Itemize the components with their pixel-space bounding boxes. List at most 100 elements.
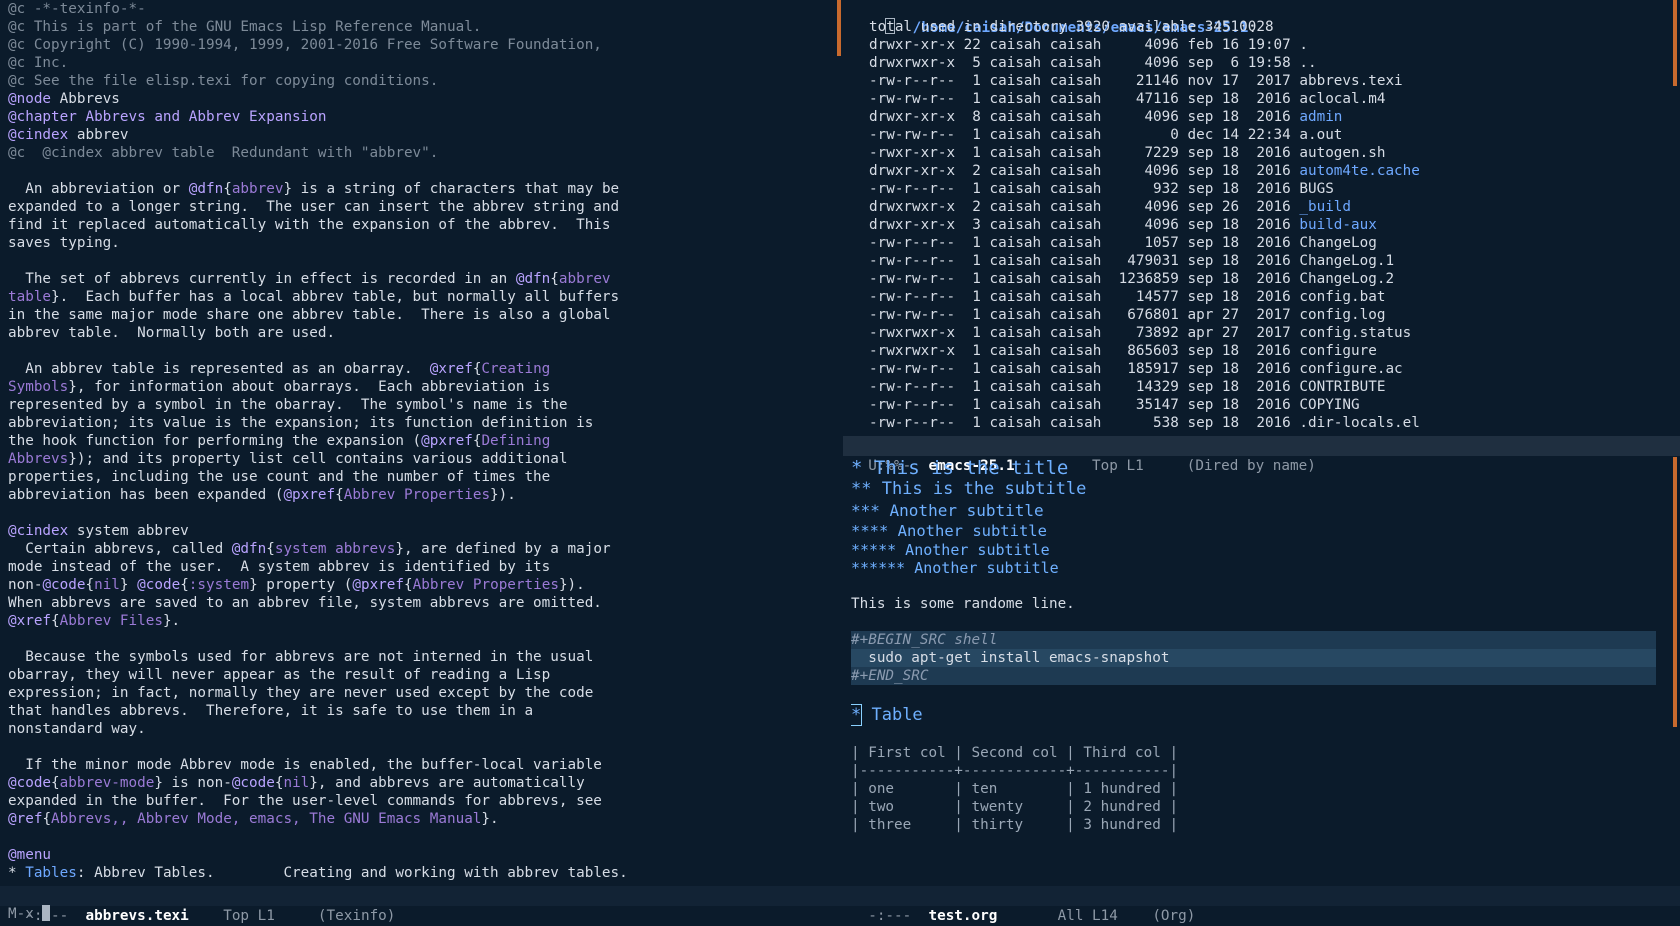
dired-entry[interactable]: -rw-r--r-- 1 caisah caisah 21146 nov 17 … (851, 72, 1671, 90)
dired-scrollbar[interactable] (837, 0, 841, 56)
texinfo-line[interactable]: @cindex system abbrev (8, 522, 843, 540)
dired-entry-name[interactable]: autom4te.cache (1299, 163, 1420, 179)
texinfo-line[interactable]: @code{abbrev-mode} is non-@code{nil}, an… (8, 774, 843, 792)
org-table[interactable]: | First col | Second col | Third col | |-… (851, 744, 1671, 834)
texinfo-line[interactable]: When abbrevs are saved to an abbrev file… (8, 594, 843, 612)
texinfo-line[interactable]: Because the symbols used for abbrevs are… (8, 648, 843, 666)
dired-entry[interactable]: -rw-rw-r-- 1 caisah caisah 676801 apr 27… (851, 306, 1671, 324)
texinfo-line[interactable] (8, 630, 843, 648)
texinfo-line[interactable]: that handles abbrevs. Therefore, it is s… (8, 702, 843, 720)
dired-entry-name[interactable]: aclocal.m4 (1299, 91, 1385, 107)
texinfo-line[interactable]: expanded to a longer string. The user ca… (8, 198, 843, 216)
dired-right-scrollbar[interactable] (1673, 0, 1677, 86)
org-heading[interactable]: ***** Another subtitle (851, 541, 1671, 559)
texinfo-line[interactable]: Certain abbrevs, called @dfn{system abbr… (8, 540, 843, 558)
texinfo-line[interactable]: expanded in the buffer. For the user-lev… (8, 792, 843, 810)
texinfo-line[interactable]: An abbrev table is represented as an oba… (8, 360, 843, 378)
texinfo-line[interactable]: * Tables: Abbrev Tables. Creating and wo… (8, 864, 843, 882)
texinfo-line[interactable]: mode instead of the user. A system abbre… (8, 558, 843, 576)
texinfo-line[interactable]: @c This is part of the GNU Emacs Lisp Re… (8, 18, 843, 36)
texinfo-line[interactable]: @node Abbrevs (8, 90, 843, 108)
texinfo-line[interactable] (8, 342, 843, 360)
dired-entry[interactable]: drwxr-xr-x 8 caisah caisah 4096 sep 18 2… (851, 108, 1671, 126)
texinfo-line[interactable] (8, 738, 843, 756)
texinfo-line[interactable]: abbreviation has been expanded (@pxref{A… (8, 486, 843, 504)
dired-entry-name[interactable]: admin (1299, 109, 1342, 125)
texinfo-line[interactable]: @xref{Abbrev Files}. (8, 612, 843, 630)
dired-entry[interactable]: drwxr-xr-x 3 caisah caisah 4096 sep 18 2… (851, 216, 1671, 234)
table-row[interactable]: |-----------+------------+-----------| (851, 762, 1671, 780)
texinfo-line[interactable]: represented by a symbol in the obarray. … (8, 396, 843, 414)
texinfo-line[interactable]: @ref{Abbrevs,, Abbrev Mode, emacs, The G… (8, 810, 843, 828)
dired-entry-name[interactable]: .dir-locals.el (1299, 415, 1420, 431)
org-text-line[interactable]: This is some randome line. (851, 595, 1671, 613)
dired-entry[interactable]: drwxr-xr-x 2 caisah caisah 4096 sep 18 2… (851, 162, 1671, 180)
texinfo-line[interactable]: expression; in fact, normally they are n… (8, 684, 843, 702)
texinfo-line[interactable]: Abbrevs}); and its property list cell co… (8, 450, 843, 468)
org-src-block[interactable]: #+BEGIN_SRC shell sudo apt-get install e… (851, 631, 1656, 685)
texinfo-line[interactable]: The set of abbrevs currently in effect i… (8, 270, 843, 288)
texinfo-line[interactable]: @c See the file elisp.texi for copying c… (8, 72, 843, 90)
dired-entry[interactable]: drwxr-xr-x 22 caisah caisah 4096 feb 16 … (851, 36, 1671, 54)
texinfo-line[interactable]: obarray, they will never appear as the r… (8, 666, 843, 684)
org-buffer[interactable]: * This is the title ** This is the subtit… (851, 457, 1671, 886)
dired-entry-name[interactable]: build-aux (1299, 217, 1376, 233)
dired-entry-name[interactable]: configure.ac (1299, 361, 1402, 377)
table-row[interactable]: | three | thirty | 3 hundred | (851, 816, 1671, 834)
dired-entry-name[interactable]: configure (1299, 343, 1376, 359)
texinfo-line[interactable]: @cindex abbrev (8, 126, 843, 144)
dired-entry[interactable]: -rw-rw-r-- 1 caisah caisah 0 dec 14 22:3… (851, 126, 1671, 144)
dired-entry[interactable]: -rw-r--r-- 1 caisah caisah 14577 sep 18 … (851, 288, 1671, 306)
dired-entry[interactable]: -rw-r--r-- 1 caisah caisah 479031 sep 18… (851, 252, 1671, 270)
texinfo-line[interactable]: If the minor mode Abbrev mode is enabled… (8, 756, 843, 774)
texinfo-line[interactable]: abbreviation; its value is the expansion… (8, 414, 843, 432)
texinfo-line[interactable]: An abbreviation or @dfn{abbrev} is a str… (8, 180, 843, 198)
texinfo-line[interactable]: table}. Each buffer has a local abbrev t… (8, 288, 843, 306)
dired-entry-name[interactable]: CONTRIBUTE (1299, 379, 1385, 395)
dired-entry-name[interactable]: _build (1299, 199, 1351, 215)
texinfo-line[interactable]: @c Copyright (C) 1990-1994, 1999, 2001-2… (8, 36, 843, 54)
texinfo-line[interactable]: properties, including the use count and … (8, 468, 843, 486)
texinfo-line[interactable]: @c Inc. (8, 54, 843, 72)
dired-entry-name[interactable]: . (1299, 37, 1308, 53)
dired-entry[interactable]: -rwxrwxr-x 1 caisah caisah 73892 apr 27 … (851, 324, 1671, 342)
dired-entry[interactable]: -rw-r--r-- 1 caisah caisah 35147 sep 18 … (851, 396, 1671, 414)
org-src-code[interactable]: sudo apt-get install emacs-snapshot (851, 649, 1656, 667)
dired-entry-name[interactable]: a.out (1299, 127, 1342, 143)
texinfo-line[interactable]: Symbols}, for information about obarrays… (8, 378, 843, 396)
org-table-heading[interactable]: * Table (851, 704, 1671, 726)
dired-entry[interactable]: -rw-r--r-- 1 caisah caisah 932 sep 18 20… (851, 180, 1671, 198)
texinfo-line[interactable]: @menu (8, 846, 843, 864)
org-heading[interactable]: **** Another subtitle (851, 521, 1671, 541)
dired-entry-name[interactable]: COPYING (1299, 397, 1359, 413)
table-row[interactable]: | one | ten | 1 hundred | (851, 780, 1671, 798)
dired-entry-name[interactable]: ChangeLog.2 (1299, 271, 1394, 287)
dired-entry-name[interactable]: ChangeLog.1 (1299, 253, 1394, 269)
texinfo-line[interactable] (8, 828, 843, 846)
dired-entry-name[interactable]: config.log (1299, 307, 1385, 323)
modeline-buffer-name[interactable]: test.org (928, 908, 997, 924)
texinfo-line[interactable]: @c @cindex abbrev table Redundant with "… (8, 144, 843, 162)
table-row[interactable]: | two | twenty | 2 hundred | (851, 798, 1671, 816)
texinfo-line[interactable] (8, 504, 843, 522)
texinfo-line[interactable]: @c -*-texinfo-*- (8, 0, 843, 18)
texinfo-line[interactable]: non-@code{nil} @code{:system} property (… (8, 576, 843, 594)
dired-entry-name[interactable]: abbrevs.texi (1299, 73, 1402, 89)
org-heading[interactable]: * This is the title (851, 457, 1671, 479)
table-row[interactable]: | First col | Second col | Third col | (851, 744, 1671, 762)
texinfo-line[interactable]: @chapter Abbrevs and Abbrev Expansion (8, 108, 843, 126)
minibuffer[interactable]: M-x (8, 905, 51, 923)
dired-entry[interactable]: -rw-r--r-- 1 caisah caisah 1057 sep 18 2… (851, 234, 1671, 252)
dired-entry[interactable]: -rw-r--r-- 1 caisah caisah 14329 sep 18 … (851, 378, 1671, 396)
texinfo-line[interactable]: the hook function for performing the exp… (8, 432, 843, 450)
dired-entry-name[interactable]: config.bat (1299, 289, 1385, 305)
texinfo-line[interactable]: in the same major mode share one abbrev … (8, 306, 843, 324)
dired-entry[interactable]: -rw-rw-r-- 1 caisah caisah 185917 sep 18… (851, 360, 1671, 378)
modeline-buffer-name[interactable]: abbrevs.texi (85, 908, 188, 924)
texinfo-line[interactable]: abbrev table. Normally both are used. (8, 324, 843, 342)
dired-buffer[interactable]: /home/caisah/Documents/emacs/emacs-25.1:… (851, 0, 1671, 436)
texinfo-buffer[interactable]: @c -*-texinfo-*- @c This is part of the G… (8, 0, 843, 886)
dired-entry-name[interactable]: .. (1299, 55, 1316, 71)
dired-entry[interactable]: -rwxr-xr-x 1 caisah caisah 7229 sep 18 2… (851, 144, 1671, 162)
dired-entry-name[interactable]: ChangeLog (1299, 235, 1376, 251)
